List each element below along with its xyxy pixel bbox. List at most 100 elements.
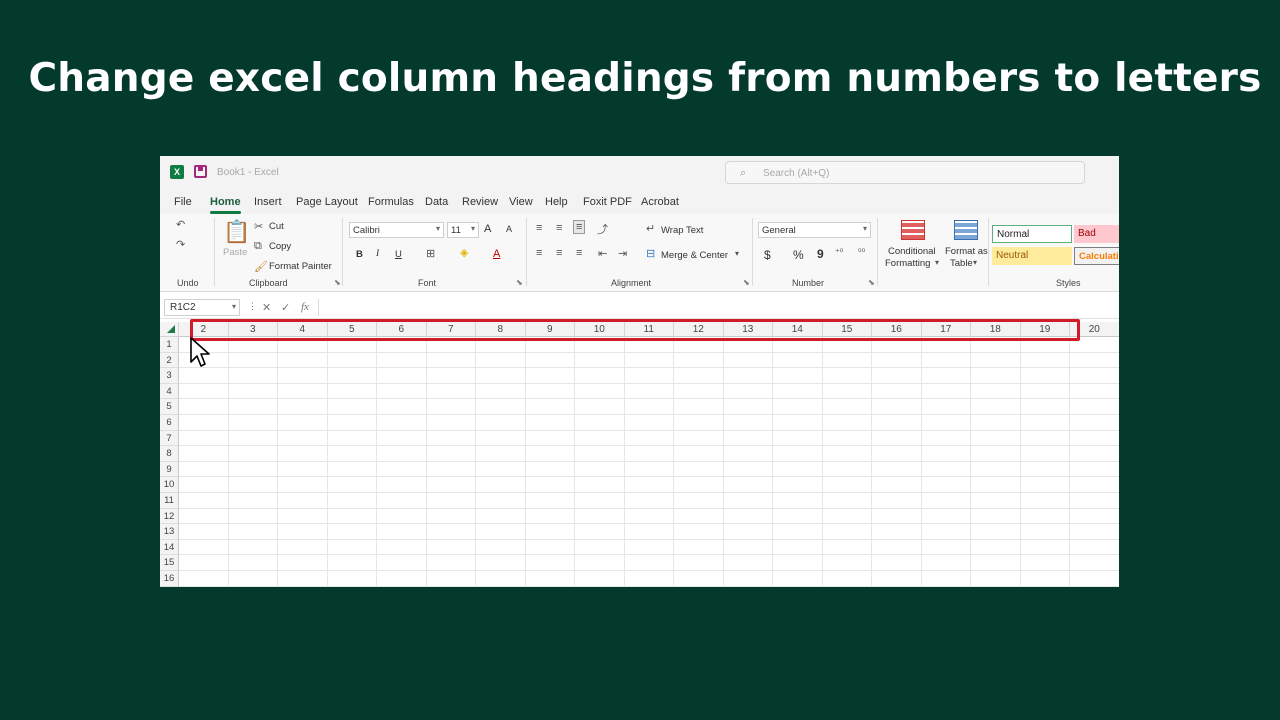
percent-button[interactable]: % <box>793 248 804 262</box>
row-header[interactable]: 16 <box>160 571 179 587</box>
redo-icon[interactable]: ↷ <box>176 238 185 251</box>
align-middle-icon[interactable]: ≡ <box>556 222 562 234</box>
chevron-down-icon[interactable]: ▾ <box>935 258 939 267</box>
decrease-indent-icon[interactable]: ⇤ <box>598 247 607 260</box>
grid-line <box>179 507 1119 509</box>
bold-button[interactable]: B <box>356 249 363 260</box>
decrease-decimal-icon[interactable]: ⁰⁰ <box>858 247 865 258</box>
undo-icon[interactable]: ↶ <box>176 218 185 231</box>
conditional-formatting-label-1[interactable]: Conditional <box>888 246 936 257</box>
clipboard-launcher-icon[interactable]: ⬊ <box>334 278 341 287</box>
orientation-icon[interactable]: ⤴ <box>597 221 608 237</box>
merge-center-icon: ⊟ <box>646 248 656 260</box>
enter-icon[interactable]: ✓ <box>281 301 290 314</box>
grid-line <box>179 429 1119 431</box>
grid-line <box>623 337 625 587</box>
format-painter-button[interactable]: Format Painter <box>269 261 332 272</box>
wrap-text-button[interactable]: Wrap Text <box>661 225 703 236</box>
row-header[interactable]: 8 <box>160 446 179 462</box>
select-all-button[interactable] <box>160 322 179 337</box>
grid-line <box>376 337 377 587</box>
align-bottom-icon[interactable]: ≡ <box>573 220 586 234</box>
style-neutral[interactable]: Neutral <box>992 247 1072 265</box>
row-header[interactable]: 11 <box>160 493 179 509</box>
cancel-icon[interactable]: ✕ <box>262 301 271 314</box>
align-right-icon[interactable]: ≡ <box>576 247 582 259</box>
tab-file[interactable]: File <box>174 196 192 208</box>
grid-line <box>179 398 1119 400</box>
number-format-select[interactable]: General ▾ <box>758 222 871 238</box>
save-icon[interactable] <box>194 165 207 178</box>
fill-color-icon[interactable]: ◈ <box>460 246 468 259</box>
row-header[interactable]: 6 <box>160 415 179 431</box>
currency-button[interactable]: $ <box>764 248 771 262</box>
comma-style-button[interactable]: 9 <box>817 247 824 261</box>
tab-help[interactable]: Help <box>545 196 568 208</box>
align-left-icon[interactable]: ≡ <box>536 247 542 259</box>
merge-center-button[interactable]: Merge & Center <box>661 250 728 261</box>
grid-line <box>920 337 922 587</box>
insert-function-button[interactable]: fx <box>301 301 309 313</box>
paste-icon[interactable]: 📋 <box>223 219 250 245</box>
row-header[interactable]: 9 <box>160 461 179 478</box>
row-header[interactable]: 7 <box>160 430 179 447</box>
font-launcher-icon[interactable]: ⬊ <box>516 278 523 287</box>
tab-review[interactable]: Review <box>462 196 498 208</box>
formula-input[interactable] <box>318 299 1117 316</box>
paste-button[interactable]: Paste <box>223 247 247 258</box>
tab-home[interactable]: Home <box>210 196 241 214</box>
worksheet-grid[interactable]: 2 3 4 5 6 7 8 9 10 11 12 13 14 15 16 17 18 19 20 1 2 3 4 5 6 7 8 9 1… <box>160 322 1119 587</box>
ribbon-tabs: File Home Insert Page Layout Formulas Da… <box>160 190 1119 214</box>
cut-button[interactable]: Cut <box>269 221 284 232</box>
number-launcher-icon[interactable]: ⬊ <box>868 278 875 287</box>
tab-data[interactable]: Data <box>425 196 448 208</box>
grid-line <box>475 337 476 587</box>
row-header[interactable]: 3 <box>160 368 179 384</box>
tab-page-layout[interactable]: Page Layout <box>296 196 358 208</box>
font-size-select[interactable]: 11 ▾ <box>447 222 479 238</box>
style-normal[interactable]: Normal <box>992 225 1072 243</box>
alignment-launcher-icon[interactable]: ⬊ <box>743 278 750 287</box>
format-as-table-label-1[interactable]: Format as <box>945 246 988 257</box>
row-header[interactable]: 1 <box>160 337 179 353</box>
increase-indent-icon[interactable]: ⇥ <box>618 247 627 260</box>
row-header[interactable]: 14 <box>160 539 179 556</box>
more-icon: ⋮ <box>248 301 257 311</box>
excel-window: X Book1 - Excel ⌕ Search (Alt+Q) File Ho… <box>160 156 1119 587</box>
align-center-icon[interactable]: ≡ <box>556 247 562 259</box>
clipboard-group-label: Clipboard <box>249 278 288 288</box>
tab-insert[interactable]: Insert <box>254 196 282 208</box>
row-header[interactable]: 4 <box>160 383 179 400</box>
copy-button[interactable]: Copy <box>269 241 291 252</box>
conditional-formatting-label-2[interactable]: Formatting <box>885 258 930 269</box>
tab-acrobat[interactable]: Acrobat <box>641 196 679 208</box>
tab-foxit-pdf[interactable]: Foxit PDF <box>583 196 632 208</box>
row-header[interactable]: 13 <box>160 524 179 540</box>
font-name-select[interactable]: Calibri ▾ <box>349 222 444 238</box>
name-box-value: R1C2 <box>170 302 196 313</box>
row-header[interactable]: 5 <box>160 399 179 415</box>
row-header[interactable]: 2 <box>160 352 179 369</box>
grow-font-button[interactable]: A <box>484 223 491 235</box>
style-calculation[interactable]: Calculatio <box>1074 247 1119 265</box>
tab-view[interactable]: View <box>509 196 533 208</box>
italic-button[interactable]: I <box>376 249 379 259</box>
underline-button[interactable]: U <box>395 249 402 260</box>
align-top-icon[interactable]: ≡ <box>536 222 542 234</box>
format-as-table-label-2[interactable]: Table <box>950 258 973 269</box>
row-header[interactable]: 15 <box>160 555 179 571</box>
row-header[interactable]: 10 <box>160 477 179 493</box>
borders-icon[interactable]: ⊞ <box>426 247 435 260</box>
chevron-down-icon[interactable]: ▾ <box>973 258 977 267</box>
name-box[interactable]: R1C2 ▾ <box>164 299 240 316</box>
style-bad[interactable]: Bad <box>1074 225 1119 243</box>
font-group-label: Font <box>418 278 437 288</box>
tab-formulas[interactable]: Formulas <box>368 196 414 208</box>
font-color-button[interactable]: A <box>493 248 500 260</box>
increase-decimal-icon[interactable]: ⁺⁰ <box>835 247 843 258</box>
number-group-label: Number <box>792 278 825 288</box>
chevron-down-icon[interactable]: ▾ <box>735 249 739 258</box>
search-input[interactable]: ⌕ Search (Alt+Q) <box>725 161 1085 184</box>
shrink-font-button[interactable]: A <box>506 224 512 234</box>
row-header[interactable]: 12 <box>160 508 179 525</box>
